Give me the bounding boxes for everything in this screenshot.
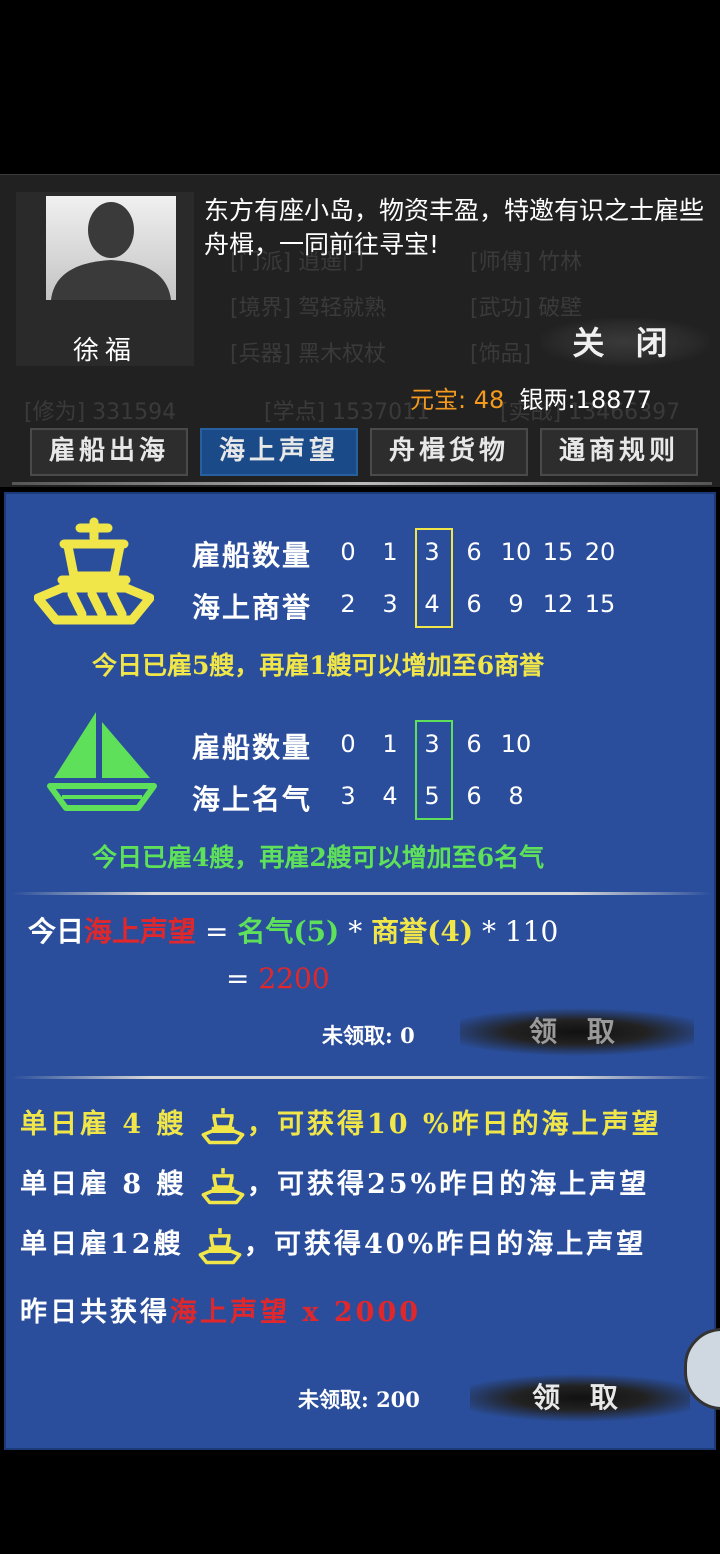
junk-ship-icon <box>201 1107 245 1144</box>
bonus-suffix: ，可获得40%昨日的海上声望 <box>243 1229 647 1260</box>
section-divider <box>12 1076 712 1079</box>
value-cell: 0 <box>340 538 356 566</box>
sailboat-icon <box>47 712 157 811</box>
value-cell: 4 <box>382 782 398 810</box>
formula-prefix: 今日 <box>28 915 85 948</box>
formula-reputation: 商誉(4) <box>371 915 474 948</box>
bonus-prefix: 单日雇 4 艘 <box>20 1109 187 1140</box>
value-cell: 6 <box>466 590 482 618</box>
npc-name: 徐福 <box>72 336 137 366</box>
yuanbao-label: 元宝: <box>410 386 467 414</box>
formula-result: 2200 <box>258 962 330 995</box>
silver-value: 18877 <box>575 386 652 414</box>
silhouette-icon <box>46 196 176 300</box>
section-divider <box>12 892 712 895</box>
today-pending-label: 未领取: 0 <box>322 1023 415 1048</box>
value-cell: 3 <box>340 782 356 810</box>
silver-label: 银两: <box>519 386 576 414</box>
value-cell: 9 <box>508 590 524 618</box>
bonus-row-8-ships: 单日雇 8 艘 ，可获得25%昨日的海上声望 <box>20 1162 649 1206</box>
small-ship-fame-label: 海上名气 <box>192 783 313 816</box>
yesterday-label: 昨日共获得 <box>20 1297 170 1328</box>
formula-result-line: = 2200 <box>226 962 330 995</box>
value-cell: 2 <box>340 590 356 618</box>
tab-sea-reputation[interactable]: 海上声望 <box>200 428 358 476</box>
value-cell: 10 <box>500 538 532 566</box>
value-cell: 20 <box>584 538 616 566</box>
value-cell: 15 <box>542 538 574 566</box>
tab-hire-ship[interactable]: 雇船出海 <box>30 428 188 476</box>
junk-ship-icon <box>198 1227 242 1264</box>
value-cell: 3 <box>382 590 398 618</box>
bonus-suffix: ，可获得25%昨日的海上声望 <box>247 1169 650 1200</box>
small-ship-current-tier-highlight <box>415 720 453 820</box>
big-ship-current-tier-highlight <box>415 528 453 628</box>
header-divider <box>12 482 712 485</box>
formula-term: 海上声望 <box>84 915 197 948</box>
bonus-prefix: 单日雇 8 艘 <box>20 1169 187 1200</box>
formula-times: * <box>348 915 363 948</box>
formula-fame: 名气(5) <box>237 915 340 948</box>
value-cell: 12 <box>542 590 574 618</box>
value-cell: 6 <box>466 538 482 566</box>
value-cell: 15 <box>584 590 616 618</box>
formula-multiplier: * 110 <box>482 915 559 948</box>
yuanbao-value: 48 <box>473 386 505 414</box>
value-cell: 1 <box>382 538 398 566</box>
value-cell: 1 <box>382 730 398 758</box>
value-cell: 6 <box>466 782 482 810</box>
npc-dialog-text: 东方有座小岛，物资丰盈，特邀有识之士雇些舟楫，一同前往寻宝! <box>204 196 705 259</box>
claim-yesterday-button[interactable]: 领 取 <box>470 1368 690 1428</box>
bonus-prefix: 单日雇12艘 <box>20 1229 184 1260</box>
bonus-row-12-ships: 单日雇12艘 ，可获得40%昨日的海上声望 <box>20 1222 646 1266</box>
tab-trade-rules[interactable]: 通商规则 <box>540 428 698 476</box>
yesterday-value: 海上声望 x 2000 <box>170 1297 422 1328</box>
tab-ship-cargo[interactable]: 舟楫货物 <box>370 428 528 476</box>
value-cell: 10 <box>500 730 532 758</box>
bonus-suffix: ，可获得10 %昨日的海上声望 <box>247 1109 662 1140</box>
claim-today-button[interactable]: 领 取 <box>460 1002 694 1062</box>
bonus-row-4-ships: 单日雇 4 艘 ，可获得10 %昨日的海上声望 <box>20 1102 662 1146</box>
big-ship-hire-label: 雇船数量 <box>192 539 313 572</box>
npc-avatar <box>46 196 176 300</box>
big-ship-hire-values: 0 1 3 6 10 15 20 <box>327 538 621 566</box>
formula-equals: = <box>204 915 229 948</box>
currency-bar: 元宝: 48 银两:18877 <box>410 380 652 415</box>
junk-ship-icon <box>201 1167 245 1204</box>
junk-ship-icon <box>34 517 154 625</box>
value-cell: 0 <box>340 730 356 758</box>
value-cell: 6 <box>466 730 482 758</box>
yesterday-total: 昨日共获得海上声望 x 2000 <box>20 1290 421 1329</box>
big-ship-note: 今日已雇5艘，再雇1艘可以增加至6商誉 <box>92 651 545 680</box>
small-ship-hire-label: 雇船数量 <box>192 731 313 764</box>
yesterday-pending-label: 未领取: 200 <box>298 1387 420 1412</box>
small-ship-note: 今日已雇4艘，再雇2艘可以增加至6名气 <box>92 843 545 872</box>
big-ship-reputation-label: 海上商誉 <box>192 591 313 624</box>
formula-equals-2: = <box>226 962 250 995</box>
close-button[interactable]: 关 闭 <box>540 318 710 366</box>
value-cell: 8 <box>508 782 524 810</box>
reputation-formula: 今日海上声望 = 名气(5) * 商誉(4) * 110 <box>28 910 558 950</box>
big-ship-reputation-values: 2 3 4 6 9 12 15 <box>327 590 621 618</box>
